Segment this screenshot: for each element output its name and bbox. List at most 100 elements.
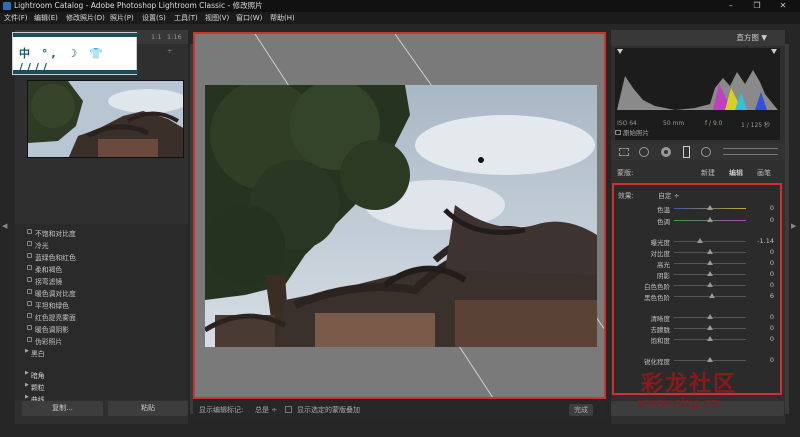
window-title-bar: Lightroom Catalog - Adobe Photoshop Ligh… [0,0,800,12]
slider-row[interactable]: 清晰度 0 [614,313,780,323]
adjustment-brush-icon[interactable] [723,148,778,155]
slider-row[interactable]: 色调 0 [614,216,780,226]
slider-handle-icon[interactable] [707,271,713,276]
image-canvas[interactable] [193,32,606,399]
radial-filter-icon[interactable] [701,147,711,157]
menu-settings[interactable]: 设置(S) [142,12,166,24]
paste-button[interactable]: 粘贴 [108,401,188,416]
slider-value[interactable]: 0 [770,259,774,267]
left-panel-toggle-icon[interactable]: ◀ [2,222,7,230]
menu-view[interactable]: 视图(V) [205,12,229,24]
slider-row[interactable]: 黑色色阶 6 [614,292,780,302]
menu-window[interactable]: 窗口(W) [236,12,262,24]
preset-folder[interactable]: ▶ 暗角 [25,370,45,380]
copy-button[interactable]: 复制... [22,401,103,416]
spot-removal-icon[interactable] [639,147,649,157]
slider-handle-icon[interactable] [707,205,713,210]
slider-handle-icon[interactable] [707,260,713,265]
slider-row[interactable]: 去朦胧 0 [614,324,780,334]
exif-shutter: 1 / 125 秒 [741,122,771,129]
expand-triangle-icon: ▶ [25,394,29,400]
list-item[interactable]: 拐弯滤镜 [27,276,62,286]
slider-row[interactable]: 曝光度 -1.14 [614,237,780,247]
mask-header: 蒙版: 新建 编辑 画笔 [611,166,785,180]
show-edit-pins-label: 显示编辑标记: [199,406,244,414]
left-panel: 1:1 1:16 ÷ 不饱和对比度 冷光 蓝绿色和红色 柔和褐色 拐弯滤镜 暖色… [15,30,188,424]
slider-handle-icon[interactable] [709,293,716,298]
histogram-header[interactable]: 直方图 ▼ [611,30,785,46]
slider-row[interactable]: 饱和度 0 [614,335,780,345]
slider-value[interactable]: 0 [770,270,774,278]
graduated-filter-icon[interactable] [683,146,690,158]
slider-handle-icon[interactable] [707,357,713,362]
menu-edit[interactable]: 编辑(E) [34,12,58,24]
menu-develop[interactable]: 修改照片(D) [66,12,105,24]
slider-row[interactable]: 高光 0 [614,259,780,269]
slider-track[interactable] [674,241,746,242]
maximize-button[interactable]: ❐ [746,0,768,12]
edit-pins-mode-select[interactable]: 总是 ÷ [255,401,277,419]
slider-value[interactable]: 0 [770,216,774,224]
slider-label: 阴影 [657,272,670,280]
right-scrollbar[interactable] [785,44,789,414]
slider-row[interactable]: 色温 0 [614,204,780,214]
slider-row[interactable]: 白色色阶 0 [614,281,780,291]
slider-handle-icon[interactable] [707,314,713,319]
preset-folder[interactable]: ▶ 颗粒 [25,382,45,392]
slider-row[interactable]: 阴影 0 [614,270,780,280]
original-photo-toggle[interactable]: 原始照片 [615,127,649,137]
list-item[interactable]: 平坦和绿色 [27,300,69,310]
list-item[interactable]: 暖色调对比度 [27,288,76,298]
mask-overlay-checkbox[interactable] [285,406,292,413]
slider-handle-icon[interactable] [707,336,713,341]
photo-preview[interactable] [205,85,597,347]
crop-tool-icon[interactable] [619,148,629,156]
slider-value[interactable]: 0 [770,281,774,289]
mask-new-button[interactable]: 新建 [701,166,715,180]
preset-folder[interactable]: ▶ 黑白 [25,348,45,358]
mask-brush-button[interactable]: 画笔 [757,166,771,180]
slider-value[interactable]: 0 [770,313,774,321]
slider-handle-icon[interactable] [707,282,713,287]
effect-select[interactable]: 自定 ÷ [658,190,679,200]
zoom-fit-option[interactable]: 1:1 [151,30,161,44]
slider-value[interactable]: -1.14 [757,237,774,245]
slider-value[interactable]: 0 [770,335,774,343]
slider-value[interactable]: 6 [770,292,774,300]
slider-handle-icon[interactable] [707,325,713,330]
red-eye-icon[interactable] [661,147,671,157]
minimize-button[interactable]: – [720,0,742,12]
mask-edit-button[interactable]: 编辑 [729,166,743,180]
mask-label: 蒙版: [617,169,634,177]
slider-value[interactable]: 0 [770,248,774,256]
list-item[interactable]: 伪彩照片 [27,336,62,346]
brush-pin-icon[interactable] [477,156,485,164]
slider-row[interactable]: 锐化程度 0 [614,356,780,366]
slider-value[interactable]: 0 [770,356,774,364]
zoom-level-option[interactable]: 1:16 ÷ [167,30,188,58]
list-item[interactable]: 暖色调阴影 [27,324,69,334]
lightroom-logo-icon [3,2,11,10]
menu-file[interactable]: 文件(F) [4,12,28,24]
close-button[interactable]: ✕ [772,0,794,12]
list-item[interactable]: 柔和褐色 [27,264,62,274]
menu-help[interactable]: 帮助(H) [270,12,295,24]
right-panel-toggle-icon[interactable]: ▶ [791,222,796,230]
slider-handle-icon[interactable] [707,217,713,222]
list-item[interactable]: 蓝绿色和红色 [27,252,76,262]
slider-value[interactable]: 0 [770,204,774,212]
slider-label: 白色色阶 [644,283,670,291]
done-button[interactable]: 完成 [569,404,593,416]
slider-value[interactable]: 0 [770,324,774,332]
camera-icon [615,130,621,135]
list-item[interactable]: 冷光 [27,240,49,250]
expand-triangle-icon: ▶ [25,382,29,388]
navigator-preview[interactable] [27,80,184,158]
list-item[interactable]: 红色提亮雾面 [27,312,76,322]
slider-row[interactable]: 对比度 0 [614,248,780,258]
menu-photo[interactable]: 照片(P) [110,12,134,24]
list-item[interactable]: 不饱和对比度 [27,228,76,238]
slider-handle-icon[interactable] [707,249,713,254]
slider-handle-icon[interactable] [696,238,703,243]
menu-tools[interactable]: 工具(T) [174,12,198,24]
